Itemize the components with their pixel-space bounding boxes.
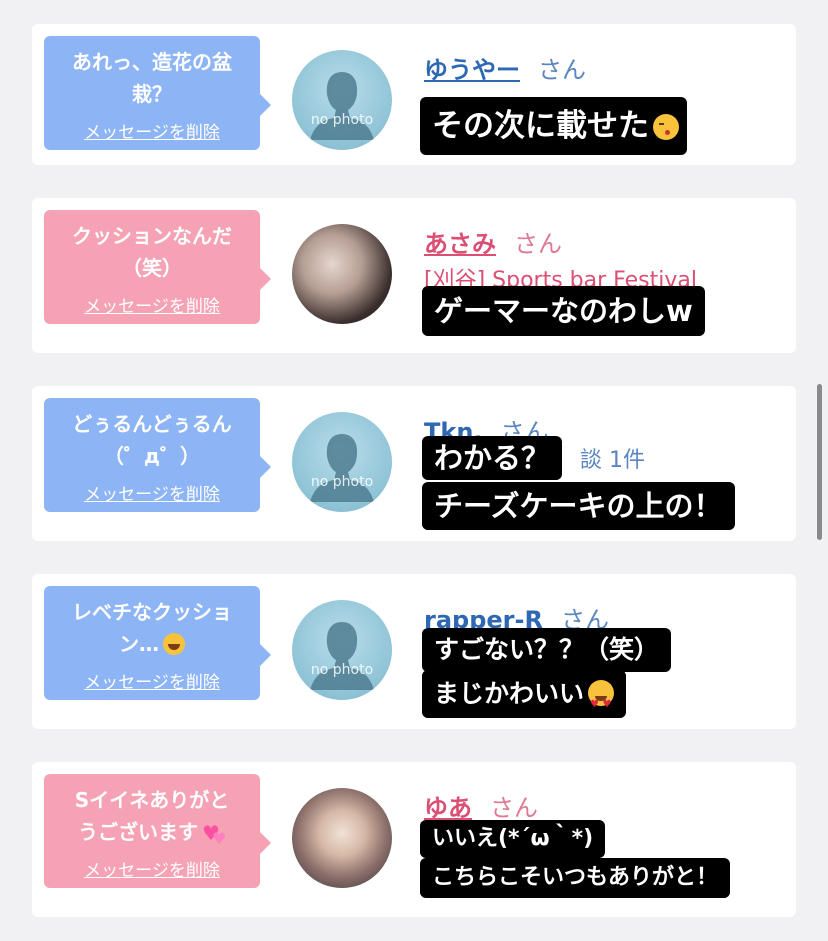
message-card: クッションなんだ （笑） メッセージを削除 あさみ さん [刈谷] Sports … [32, 198, 796, 353]
delete-message-link[interactable]: メッセージを削除 [84, 672, 220, 694]
comment-count: 談 1件 [580, 448, 645, 473]
delete-message-link[interactable]: メッセージを削除 [84, 122, 220, 144]
message-text: Sイイネありがと うございます [44, 774, 260, 856]
honorific: さん [538, 56, 586, 84]
avatar[interactable]: no photo [292, 600, 392, 700]
avatar[interactable]: no photo [292, 412, 392, 512]
kissing-face-icon [653, 114, 679, 140]
message-text: あれっ、造花の盆 栽？ [72, 50, 232, 106]
message-bubble: レベチなクッショ ン… メッセージを削除 [44, 586, 271, 700]
message-bubble: クッションなんだ （笑） メッセージを削除 [44, 210, 271, 324]
heart-eyes-icon [588, 680, 615, 729]
message-list: あれっ、造花の盆 栽？ メッセージを削除 no photo ゆうやー さん その次… [0, 0, 828, 941]
avatar[interactable] [292, 224, 392, 324]
delete-message-link[interactable]: メッセージを削除 [84, 484, 220, 506]
delete-message-link[interactable]: メッセージを削除 [84, 296, 220, 318]
message-bubble: あれっ、造花の盆 栽？ メッセージを削除 [44, 36, 271, 150]
honorific: さん [490, 794, 538, 822]
no-photo-label: no photo [310, 662, 374, 678]
laughing-tears-icon [163, 633, 185, 655]
delete-message-link[interactable]: メッセージを削除 [84, 860, 220, 882]
caption-overlay: こちらこそいつもありがと！ [420, 858, 731, 898]
message-text: どぅるんどぅるん （゜д゜） [72, 412, 232, 468]
scrollbar[interactable] [817, 384, 822, 540]
two-hearts-icon [202, 817, 226, 855]
silhouette-icon [310, 434, 374, 502]
message-card: あれっ、造花の盆 栽？ メッセージを削除 no photo ゆうやー さん その次… [32, 24, 796, 165]
caption-overlay: いいえ(*´ω｀*) [420, 820, 606, 858]
no-photo-label: no photo [310, 474, 374, 490]
message-card: レベチなクッショ ン… メッセージを削除 no photo rapper-R さん… [32, 574, 796, 729]
avatar[interactable] [292, 788, 392, 888]
honorific: さん [514, 230, 562, 258]
message-card: Sイイネありがと うございます メッセージを削除 ゆあさん いいえ(*´ω｀*)… [32, 762, 796, 917]
caption-overlay: その次に載せた [420, 97, 687, 155]
caption-overlay: まじかわいい [422, 670, 627, 729]
caption-overlay: すごない？？（笑） [422, 628, 672, 672]
message-card: どぅるんどぅるん （゜д゜） メッセージを削除 no photo Tkn. さん … [32, 386, 796, 541]
silhouette-icon [310, 72, 374, 140]
no-photo-label: no photo [310, 112, 374, 128]
message-text: レベチなクッショ ン… [72, 600, 232, 656]
username-link[interactable]: ゆうやー [424, 56, 520, 84]
username-link[interactable]: あさみ [424, 230, 496, 258]
caption-overlay: チーズケーキの上の！ [422, 482, 735, 530]
avatar[interactable]: no photo [292, 50, 392, 150]
silhouette-icon [310, 622, 374, 690]
username-link[interactable]: ゆあ [424, 794, 472, 822]
message-bubble: どぅるんどぅるん （゜д゜） メッセージを削除 [44, 398, 271, 512]
caption-overlay: ゲーマーなのわしw [422, 286, 705, 336]
message-text: クッションなんだ （笑） [72, 224, 232, 280]
caption-overlay: わかる？ [422, 436, 563, 480]
message-bubble: Sイイネありがと うございます メッセージを削除 [44, 774, 271, 888]
user-info: ゆうやー さん [424, 54, 784, 86]
